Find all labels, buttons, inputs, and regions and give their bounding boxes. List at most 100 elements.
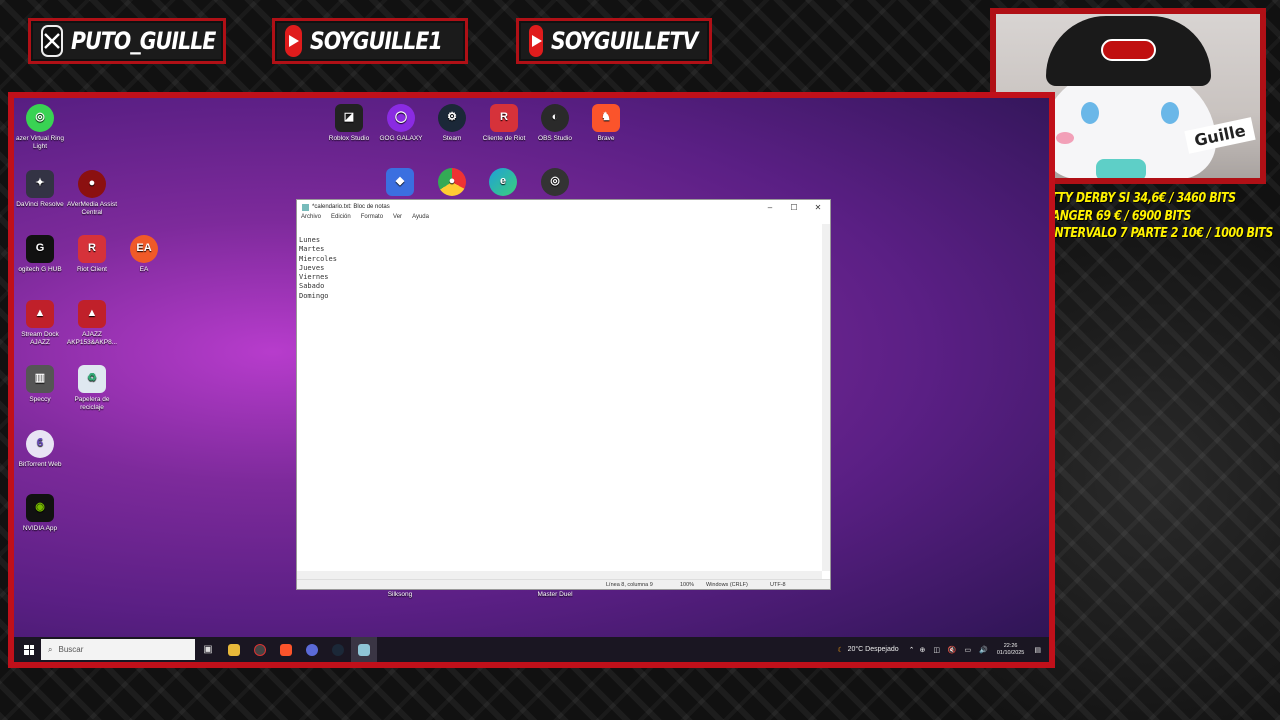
avermedia-icon: ● [78,170,106,198]
desktop-icon-bittorrent[interactable]: ϐ BitTorrent Web [14,430,68,469]
recycle-bin-icon: ♻ [78,365,106,393]
brave-icon: ♞ [592,104,620,132]
riot-icon: R [78,235,106,263]
clock-date[interactable]: 01/10/2025 [997,650,1025,657]
icon-label: Master Duel [537,591,573,598]
desktop-icon-gog[interactable]: ◯ GOG GALAXY [373,104,429,143]
icon-label: Steam [442,135,462,142]
desktop-icon-ajazz[interactable]: ▲ AJAZZ AKP153&AKP8... [64,300,120,347]
text-line: Miercoles [299,254,337,263]
taskbar: ⌕ Buscar ▣ ☾ 20°C Despejado ⌃ ⊕ ◫ 🔇 ▭ 🔊 … [14,637,1049,662]
desktop-icon-ea[interactable]: EA EA [116,235,172,274]
icon-label: Papelera de reciclaje [74,396,110,411]
desktop-icon-nvidia[interactable]: ◉ NVIDIA App [14,494,68,533]
desktop-icon-master-duel[interactable]: Master Duel [527,591,583,599]
desktop-icon-davinci[interactable]: ✦ DaVinci Resolve [14,170,68,209]
icon-label: NVIDIA App [22,525,58,532]
desktop-icon-razer[interactable]: ◎ azer Virtual Ring Light [14,104,68,151]
desktop-icon-obs[interactable]: ◐ OBS Studio [527,104,583,143]
brave-taskbar-icon[interactable] [273,637,299,662]
ghub-icon: G [26,235,54,263]
notepad-text-area[interactable]: Lunes Martes Miercoles Jueves Viernes Sa… [299,236,818,569]
desktop-icon-speccy[interactable]: ▥ Speccy [14,365,68,404]
notifications-icon[interactable]: ▤ [1034,646,1041,654]
notepad-statusbar: Línea 8, columna 9 100% Windows (CRLF) U… [297,579,830,589]
desktop-icon-silksong[interactable]: Silksong [372,591,428,599]
desktop-icon-chrome[interactable]: ● [424,168,480,199]
icon-label: Roblox Studio [328,135,370,142]
icon-label: ogitech G HUB [18,266,62,273]
system-tray: ☾ 20°C Despejado ⌃ ⊕ ◫ 🔇 ▭ 🔊 22:26 01/10… [837,637,1049,662]
clock-time[interactable]: 22:26 [1004,643,1018,650]
weather-icon: ☾ [837,646,844,654]
icon-label: Speccy [29,396,51,403]
text-line: Jueves [299,263,325,272]
icon-label: OBS Studio [538,135,572,142]
minimize-button[interactable]: – [758,200,782,214]
icon-label: Brave [597,135,615,142]
gog-icon: ◯ [387,104,415,132]
obs-taskbar-icon[interactable] [299,637,325,662]
menu-edicion[interactable]: Edición [331,214,351,224]
close-button[interactable]: ✕ [806,200,830,214]
taskbar-search[interactable]: ⌕ Buscar [41,639,195,660]
davinci-icon: ✦ [26,170,54,198]
tray-arrow-icon[interactable]: ⌃ [909,646,915,654]
desktop-icon-ghub[interactable]: G ogitech G HUB [14,235,68,274]
vertical-scrollbar[interactable] [822,224,830,571]
youtube-logo-icon [285,25,302,57]
desktop-icon-riot-client[interactable]: R Cliente de Riot [476,104,532,143]
social-badge-youtube-1: SOYGUILLE1 [272,18,468,64]
chrome-icon: ● [438,168,466,196]
menu-ver[interactable]: Ver [393,214,402,224]
desktop-icon-riot[interactable]: R Riot Client [64,235,120,274]
desktop-icon-steam[interactable]: ⚙ Steam [424,104,480,143]
ea-icon: EA [130,235,158,263]
file-explorer-icon[interactable] [221,637,247,662]
riot-client-icon: R [490,104,518,132]
icon-label: Stream Dock AJAZZ [21,331,59,346]
notepad-titlebar[interactable]: *calendario.txt: Bloc de notas – ☐ ✕ [297,200,830,214]
icon-label: AVerMedia Assist Central [66,201,118,216]
search-placeholder: Buscar [58,645,84,654]
task-view-icon[interactable]: ▣ [195,637,221,662]
speccy-icon: ▥ [26,365,54,393]
maximize-button[interactable]: ☐ [782,200,806,214]
social-badge-x: PUTO_GUILLE [28,18,226,64]
roblox-icon: ◆ [386,168,414,196]
icon-label: azer Virtual Ring Light [16,135,64,150]
text-line: Sabado [299,282,325,291]
icon-label: BitTorrent Web [18,461,62,468]
desktop-icon-recycle-bin[interactable]: ♻ Papelera de reciclaje [64,365,120,412]
notepad-taskbar-icon[interactable] [351,637,377,662]
weather-text[interactable]: 20°C Despejado [848,646,899,653]
zoom-level: 100% [680,581,695,588]
nvidia-icon: ◉ [26,494,54,522]
desktop-icon-ubisoft[interactable]: ◎ [527,168,583,199]
notepad-icon [302,203,309,211]
tray-icons[interactable]: ⊕ ◫ 🔇 ▭ 🔊 [920,646,991,654]
desktop-icon-streamdock[interactable]: ▲ Stream Dock AJAZZ [14,300,68,347]
edge-icon: e [489,168,517,196]
obs-icon: ◐ [541,104,569,132]
menu-ayuda[interactable]: Ayuda [412,214,429,224]
start-button[interactable] [14,637,44,662]
notepad-menubar: Archivo Edición Formato Ver Ayuda [297,214,830,224]
icon-label: EA [139,266,149,273]
social-handle: SOYGUILLETV [551,27,698,55]
app-icon[interactable] [247,637,273,662]
x-logo-icon [41,25,63,57]
steam-taskbar-icon[interactable] [325,637,351,662]
desktop-icon-avermedia[interactable]: ● AVerMedia Assist Central [64,170,120,217]
notepad-window: *calendario.txt: Bloc de notas – ☐ ✕ Arc… [296,199,831,590]
icon-label: GOG GALAXY [379,135,423,142]
desktop-icon-roblox[interactable]: ◆ [372,168,428,199]
desktop-icon-brave[interactable]: ♞ Brave [578,104,634,143]
menu-archivo[interactable]: Archivo [301,214,321,224]
desktop-icon-edge[interactable]: e [475,168,531,199]
icon-label: AJAZZ AKP153&AKP8... [66,331,118,346]
menu-formato[interactable]: Formato [361,214,383,224]
steam-icon: ⚙ [438,104,466,132]
desktop-icon-roblox-studio[interactable]: ◪ Roblox Studio [321,104,377,143]
horizontal-scrollbar[interactable] [297,571,822,579]
